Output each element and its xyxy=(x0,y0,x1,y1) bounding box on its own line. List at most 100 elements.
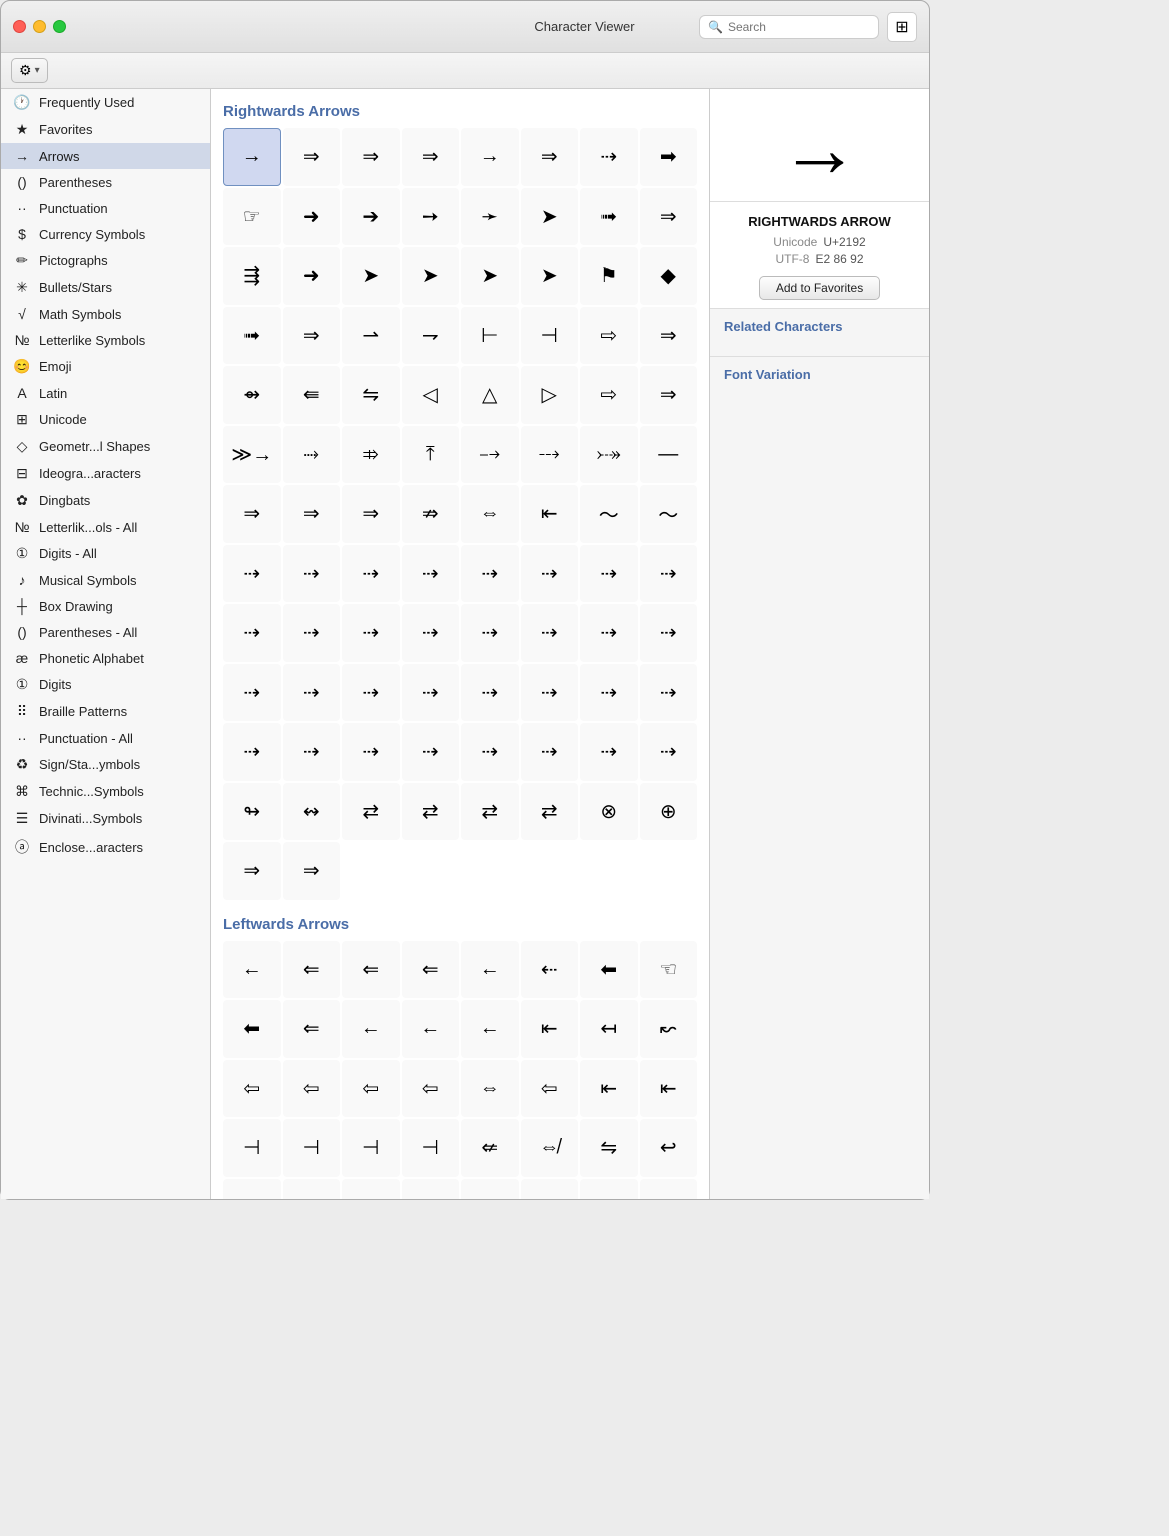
char-cell[interactable]: ➤ xyxy=(521,247,579,305)
char-cell[interactable]: ⇒ xyxy=(283,128,341,186)
sidebar-item-braille[interactable]: ⠿Braille Patterns xyxy=(1,698,210,725)
char-cell[interactable]: ⇔ xyxy=(461,1060,519,1118)
char-cell[interactable]: ⇢ xyxy=(580,545,638,603)
char-cell[interactable]: ⇒ xyxy=(342,128,400,186)
sidebar-item-pictographs[interactable]: ✏Pictographs xyxy=(1,247,210,274)
char-cell[interactable]: ⇤ xyxy=(521,1000,579,1058)
char-cell[interactable]: ⊢ xyxy=(461,307,519,365)
char-cell[interactable]: ↩ xyxy=(640,1119,698,1177)
char-cell[interactable]: ⇒ xyxy=(521,128,579,186)
char-cell[interactable]: ⇐ xyxy=(283,1000,341,1058)
minimize-button[interactable] xyxy=(33,20,46,33)
char-cell[interactable]: ☜ xyxy=(640,941,698,999)
add-to-favorites-button[interactable]: Add to Favorites xyxy=(759,276,880,300)
sidebar-item-favorites[interactable]: ★Favorites xyxy=(1,116,210,143)
char-cell[interactable]: ⇢ xyxy=(283,664,341,722)
char-cell[interactable]: ← xyxy=(342,1000,400,1058)
sidebar-item-emoji[interactable]: 😊Emoji xyxy=(1,353,210,380)
char-cell[interactable]: ⇒ xyxy=(640,188,698,246)
sidebar-item-unicode[interactable]: ⊞Unicode xyxy=(1,406,210,433)
char-cell[interactable]: ⇢ xyxy=(402,723,460,781)
char-cell[interactable]: ⊣ xyxy=(580,1179,638,1200)
sidebar-item-phonetic[interactable]: æPhonetic Alphabet xyxy=(1,645,210,671)
char-cell[interactable]: ⇒ xyxy=(283,485,341,543)
char-cell[interactable]: ⤒ xyxy=(402,426,460,484)
char-cell[interactable]: ⇋ xyxy=(580,1119,638,1177)
char-cell[interactable]: ⇢ xyxy=(402,664,460,722)
char-cell[interactable]: ⇢ xyxy=(402,545,460,603)
sidebar-item-enclose[interactable]: ⓐEnclose...aracters xyxy=(1,832,210,862)
char-cell[interactable]: ⇍ xyxy=(461,1119,519,1177)
char-cell[interactable]: ⊣ xyxy=(461,1179,519,1200)
char-cell[interactable]: ⇢ xyxy=(461,664,519,722)
sidebar-item-technic[interactable]: ⌘Technic...Symbols xyxy=(1,778,210,805)
char-cell[interactable]: ～ xyxy=(640,485,698,543)
char-cell[interactable]: ⊣ xyxy=(283,1179,341,1200)
close-button[interactable] xyxy=(13,20,26,33)
char-cell[interactable]: ⇢ xyxy=(223,664,281,722)
char-cell[interactable]: ⇢ xyxy=(521,723,579,781)
char-cell[interactable]: ⇏ xyxy=(402,485,460,543)
char-cell[interactable]: ⇨ xyxy=(580,366,638,424)
char-cell[interactable]: ⇦ xyxy=(283,1060,341,1118)
char-cell[interactable]: ⇚ xyxy=(283,366,341,424)
char-cell[interactable]: → xyxy=(223,128,281,186)
char-cell[interactable]: ⇦ xyxy=(521,1060,579,1118)
char-cell[interactable]: ⇐ xyxy=(342,941,400,999)
char-cell[interactable]: ➤ xyxy=(342,247,400,305)
char-cell[interactable]: ⇶ xyxy=(223,247,281,305)
sidebar-item-bullets[interactable]: ✳Bullets/Stars xyxy=(1,274,210,301)
char-cell[interactable]: ⚑ xyxy=(580,247,638,305)
char-cell[interactable]: ⇢ xyxy=(283,723,341,781)
char-cell[interactable]: ⇢ xyxy=(283,604,341,662)
char-cell[interactable]: ⇤ xyxy=(640,1060,698,1118)
sidebar-item-parentheses-all[interactable]: ()Parentheses - All xyxy=(1,619,210,645)
char-cell[interactable]: ⇒ xyxy=(402,128,460,186)
char-cell[interactable]: ⊗ xyxy=(580,783,638,841)
sidebar-item-dingbats[interactable]: ✿Dingbats xyxy=(1,487,210,514)
char-cell[interactable]: ↬ xyxy=(223,783,281,841)
char-cell[interactable]: ⇢ xyxy=(283,545,341,603)
sidebar-item-frequently-used[interactable]: 🕐Frequently Used xyxy=(1,89,210,116)
char-cell[interactable]: ⇎ xyxy=(521,1119,579,1177)
char-cell[interactable]: △ xyxy=(461,366,519,424)
char-cell[interactable]: ⇁ xyxy=(402,307,460,365)
sidebar-item-musical[interactable]: ♪Musical Symbols xyxy=(1,567,210,593)
char-cell[interactable]: ☞ xyxy=(223,188,281,246)
char-cell[interactable]: ⊣ xyxy=(402,1119,460,1177)
maximize-button[interactable] xyxy=(53,20,66,33)
grid-view-button[interactable]: ⊞ xyxy=(887,12,917,42)
char-cell[interactable]: ⇢ xyxy=(223,545,281,603)
char-cell[interactable]: ⇄ xyxy=(521,783,579,841)
char-cell[interactable]: ⇢ xyxy=(461,545,519,603)
char-cell[interactable]: ⊣ xyxy=(402,1179,460,1200)
char-cell[interactable]: ⇒ xyxy=(283,842,341,900)
char-cell[interactable]: ≫→ xyxy=(223,426,281,484)
char-cell[interactable]: ← xyxy=(402,1000,460,1058)
char-cell[interactable]: ⬅ xyxy=(580,941,638,999)
char-cell[interactable]: ⤏ xyxy=(521,426,579,484)
char-cell[interactable]: ⇒ xyxy=(640,307,698,365)
sidebar-item-letterlike[interactable]: №Letterlike Symbols xyxy=(1,327,210,353)
char-cell[interactable]: ⇤ xyxy=(521,485,579,543)
char-cell[interactable]: ⊣ xyxy=(342,1119,400,1177)
sidebar-item-geometric[interactable]: ◇Geometr...l Shapes xyxy=(1,433,210,460)
char-cell[interactable]: ◆ xyxy=(640,247,698,305)
char-cell[interactable]: ↭ xyxy=(283,783,341,841)
sidebar-item-latin[interactable]: ALatin xyxy=(1,380,210,406)
char-cell[interactable]: ⇢ xyxy=(640,723,698,781)
sidebar-item-arrows[interactable]: →Arrows xyxy=(1,143,210,169)
char-cell[interactable]: ⊣ xyxy=(283,1119,341,1177)
char-cell[interactable]: ⇢ xyxy=(640,664,698,722)
char-cell[interactable]: ➤ xyxy=(461,247,519,305)
char-cell[interactable]: ～ xyxy=(580,485,638,543)
char-cell[interactable]: ➟ xyxy=(223,307,281,365)
char-cell[interactable]: ➜ xyxy=(283,188,341,246)
sidebar-item-divinati[interactable]: ☰Divinati...Symbols xyxy=(1,805,210,832)
char-cell[interactable]: ➙ xyxy=(402,188,460,246)
char-cell[interactable]: ← xyxy=(223,941,281,999)
char-cell[interactable]: ⇒ xyxy=(283,307,341,365)
char-cell[interactable]: ⇢ xyxy=(521,604,579,662)
char-cell[interactable]: ⇢ xyxy=(580,128,638,186)
char-cell[interactable]: ⇢ xyxy=(402,604,460,662)
